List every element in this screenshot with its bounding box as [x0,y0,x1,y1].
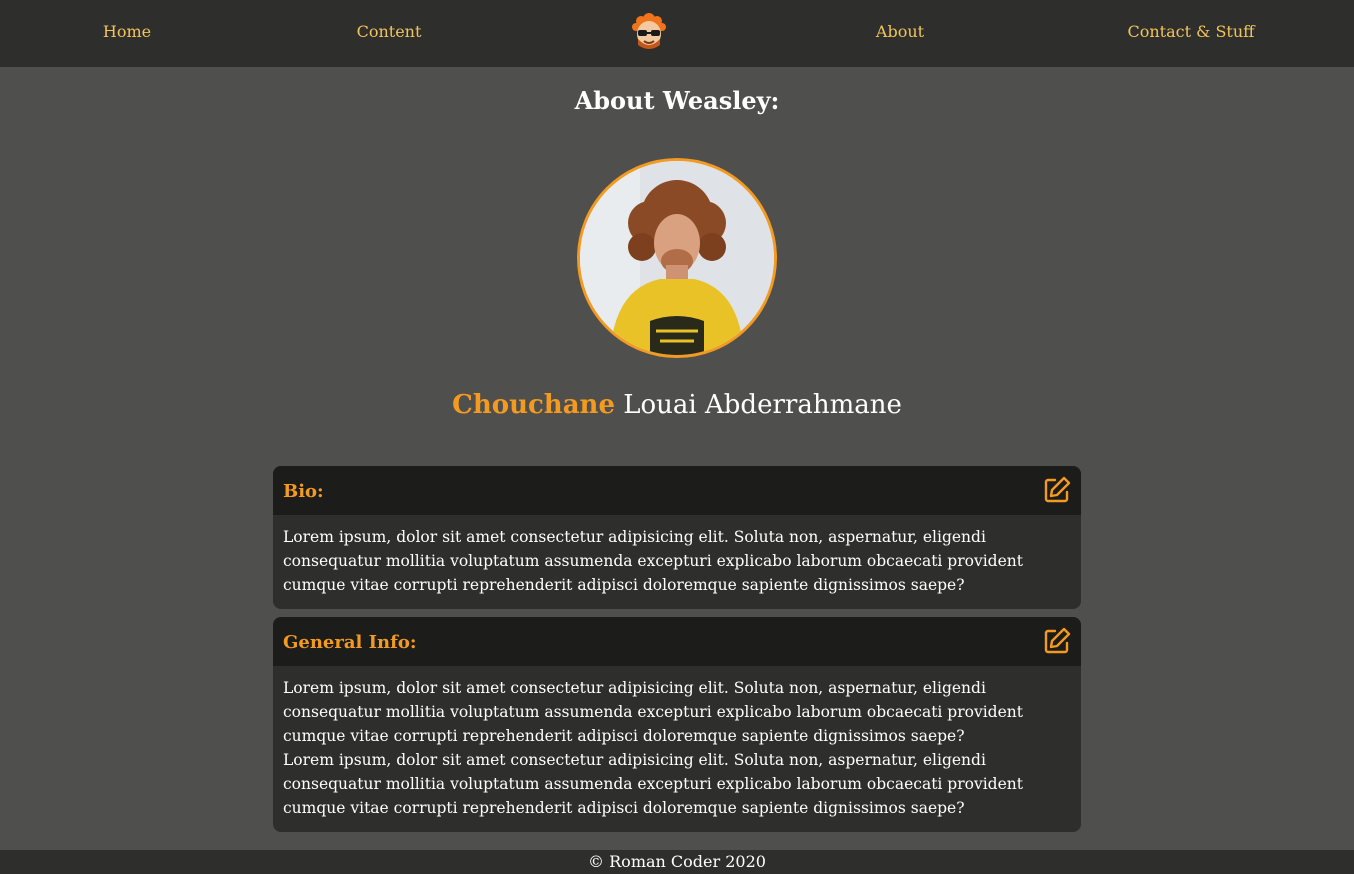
footer: © Roman Coder 2020 [0,850,1354,874]
person-name: Chouchane Louai Abderrahmane [0,390,1354,420]
profile-avatar [577,158,777,358]
edit-icon[interactable] [1042,475,1072,505]
page-title: About Weasley: [574,86,780,115]
bio-card: Bio: Lorem ipsum, dolor sit amet consect… [273,466,1081,609]
edit-icon[interactable] [1042,626,1072,656]
nav-home-link[interactable]: Home [103,22,151,41]
footer-copyright: © Roman Coder 2020 [588,852,766,871]
bio-card-title: Bio: [283,481,324,502]
name-rest: Louai Abderrahmane [623,390,902,420]
general-info-paragraph: Lorem ipsum, dolor sit amet consectetur … [283,751,1023,817]
name-first: Chouchane [452,390,615,420]
bio-card-header: Bio: [273,466,1081,515]
nav-about-link[interactable]: About [876,22,924,41]
general-info-card-title: General Info: [283,632,417,653]
nav-content-link[interactable]: Content [357,22,422,41]
nav-contact-link[interactable]: Contact & Stuff [1127,22,1254,41]
general-info-card: General Info: Lorem ipsum, dolor sit ame… [273,617,1081,832]
general-info-card-header: General Info: [273,617,1081,666]
general-info-paragraph: Lorem ipsum, dolor sit amet consectetur … [283,679,1023,745]
cartoon-face-logo-icon[interactable] [628,9,670,51]
general-info-card-body: Lorem ipsum, dolor sit amet consectetur … [273,666,1081,832]
navbar: Home Content About Contact & Stuff [0,0,1354,67]
bio-card-body: Lorem ipsum, dolor sit amet consectetur … [283,528,1023,594]
